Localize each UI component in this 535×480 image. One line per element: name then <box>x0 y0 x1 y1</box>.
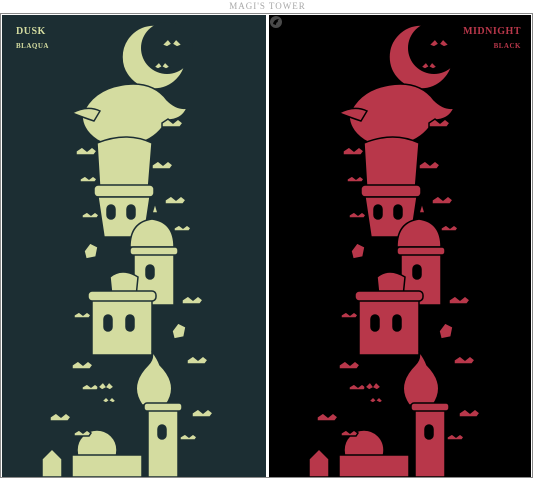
panel-title: DUSK <box>16 26 46 37</box>
panel-subtitle: BLAQUA <box>16 42 49 50</box>
panel-midnight: MIDNIGHT BLACK <box>269 15 531 477</box>
dragon-logo-icon <box>270 16 282 28</box>
panel-title: MIDNIGHT <box>463 26 521 37</box>
tower-illustration-midnight <box>269 15 531 477</box>
panel-subtitle: BLACK <box>493 42 521 50</box>
tower-illustration-dusk <box>2 15 266 477</box>
page-title: MAGI'S TOWER <box>229 1 306 11</box>
panel-dusk: DUSK BLAQUA <box>2 15 266 477</box>
